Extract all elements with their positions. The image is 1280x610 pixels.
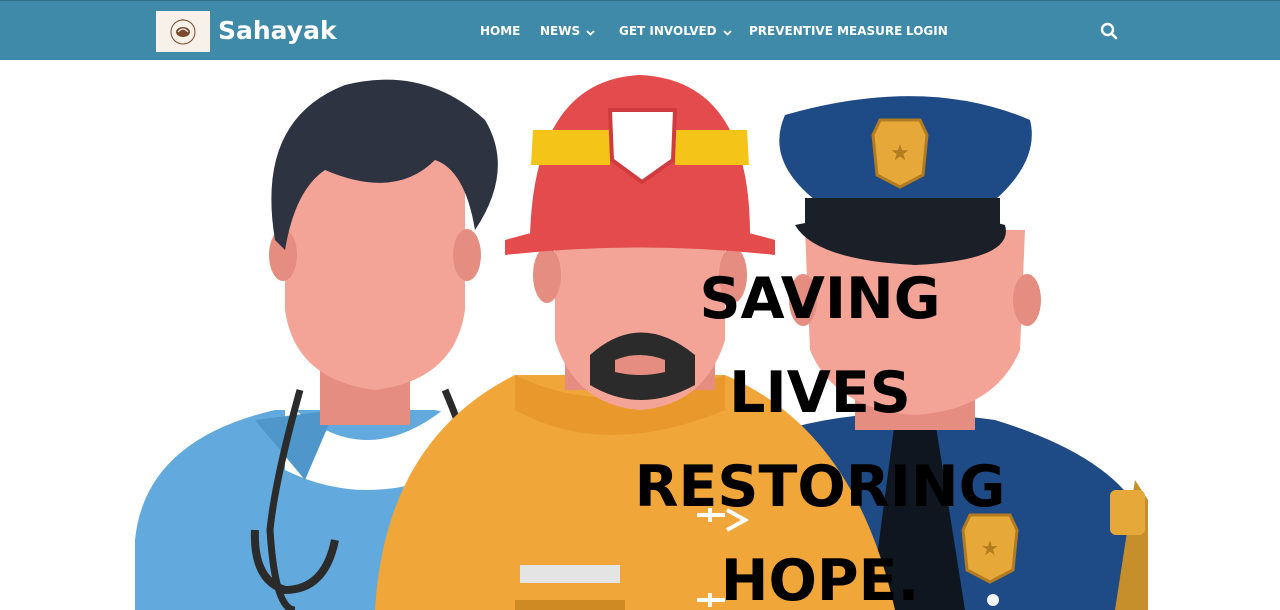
nav-login-label: LOGIN — [906, 24, 948, 38]
nav-home[interactable]: HOME — [480, 21, 520, 41]
nav-get-involved[interactable]: GET INVOLVED — [619, 21, 732, 41]
nav-preventive-label: PREVENTIVE MEASURE — [749, 24, 903, 38]
hero-line-4: HOPE. — [720, 548, 920, 610]
nav-login[interactable]: LOGIN — [906, 21, 948, 41]
hero-line-2: LIVES — [729, 360, 911, 426]
svg-text:★: ★ — [890, 141, 910, 166]
hero-line-3: RESTORING — [634, 454, 1006, 520]
logo-icon[interactable]: ~ — [156, 11, 210, 52]
hero-banner: ★ ★ SAVING LIVES RESTORING HOPE. — [135, 60, 1148, 610]
hero-headline: SAVING LIVES RESTORING HOPE. — [605, 252, 1035, 610]
chevron-down-icon — [723, 22, 732, 42]
nav-get-involved-label: GET INVOLVED — [619, 24, 717, 38]
hero-line-1: SAVING — [699, 266, 941, 332]
nav-news-label: NEWS — [540, 24, 581, 38]
search-icon[interactable] — [1100, 22, 1118, 40]
nav-home-label: HOME — [480, 24, 521, 38]
nav-news[interactable]: NEWS — [540, 21, 595, 41]
top-navbar: ~ Sahayak HOME NEWS GET INVOLVED PREVENT… — [0, 0, 1280, 60]
svg-text:~: ~ — [181, 17, 184, 22]
chevron-down-icon — [586, 22, 595, 42]
brand-name[interactable]: Sahayak — [218, 14, 337, 48]
nav-preventive-measure[interactable]: PREVENTIVE MEASURE — [749, 21, 902, 41]
